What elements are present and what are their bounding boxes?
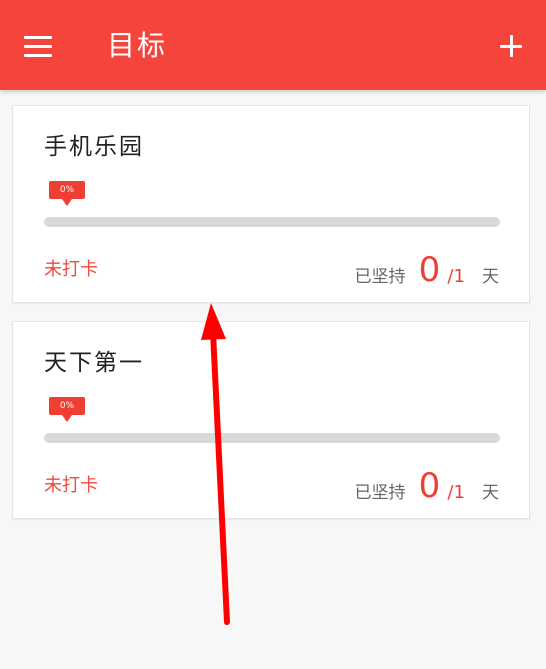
persist-total: /1 — [447, 482, 465, 503]
progress-bar — [44, 433, 500, 443]
app-bar: 目标 — [0, 0, 546, 90]
persist-summary: 已坚持 0 /1 天 — [354, 466, 499, 506]
persist-label: 已坚持 — [354, 483, 406, 503]
goal-card[interactable]: 手机乐园 0% 未打卡 已坚持 0 /1 天 — [12, 105, 530, 303]
persist-days-value: 0 — [418, 466, 441, 506]
persist-unit: 天 — [482, 483, 499, 503]
progress-badge: 0% — [49, 397, 85, 422]
goal-title: 天下第一 — [44, 350, 144, 376]
menu-icon-line-middle — [24, 45, 52, 48]
persist-total: /1 — [447, 266, 465, 287]
menu-icon-line-bottom — [24, 54, 52, 57]
goal-card[interactable]: 天下第一 0% 未打卡 已坚持 0 /1 天 — [12, 321, 530, 519]
progress-badge: 0% — [49, 181, 85, 206]
plus-icon[interactable] — [500, 35, 522, 57]
page-title: 目标 — [107, 29, 168, 62]
progress-bar — [44, 217, 500, 227]
menu-icon[interactable] — [24, 36, 52, 58]
goal-title: 手机乐园 — [44, 134, 144, 160]
checkin-status: 未打卡 — [44, 475, 98, 496]
checkin-status: 未打卡 — [44, 259, 98, 280]
persist-label: 已坚持 — [354, 267, 406, 287]
persist-unit: 天 — [482, 267, 499, 287]
persist-summary: 已坚持 0 /1 天 — [354, 250, 499, 290]
menu-icon-line-top — [24, 36, 52, 39]
persist-days-value: 0 — [418, 250, 441, 290]
